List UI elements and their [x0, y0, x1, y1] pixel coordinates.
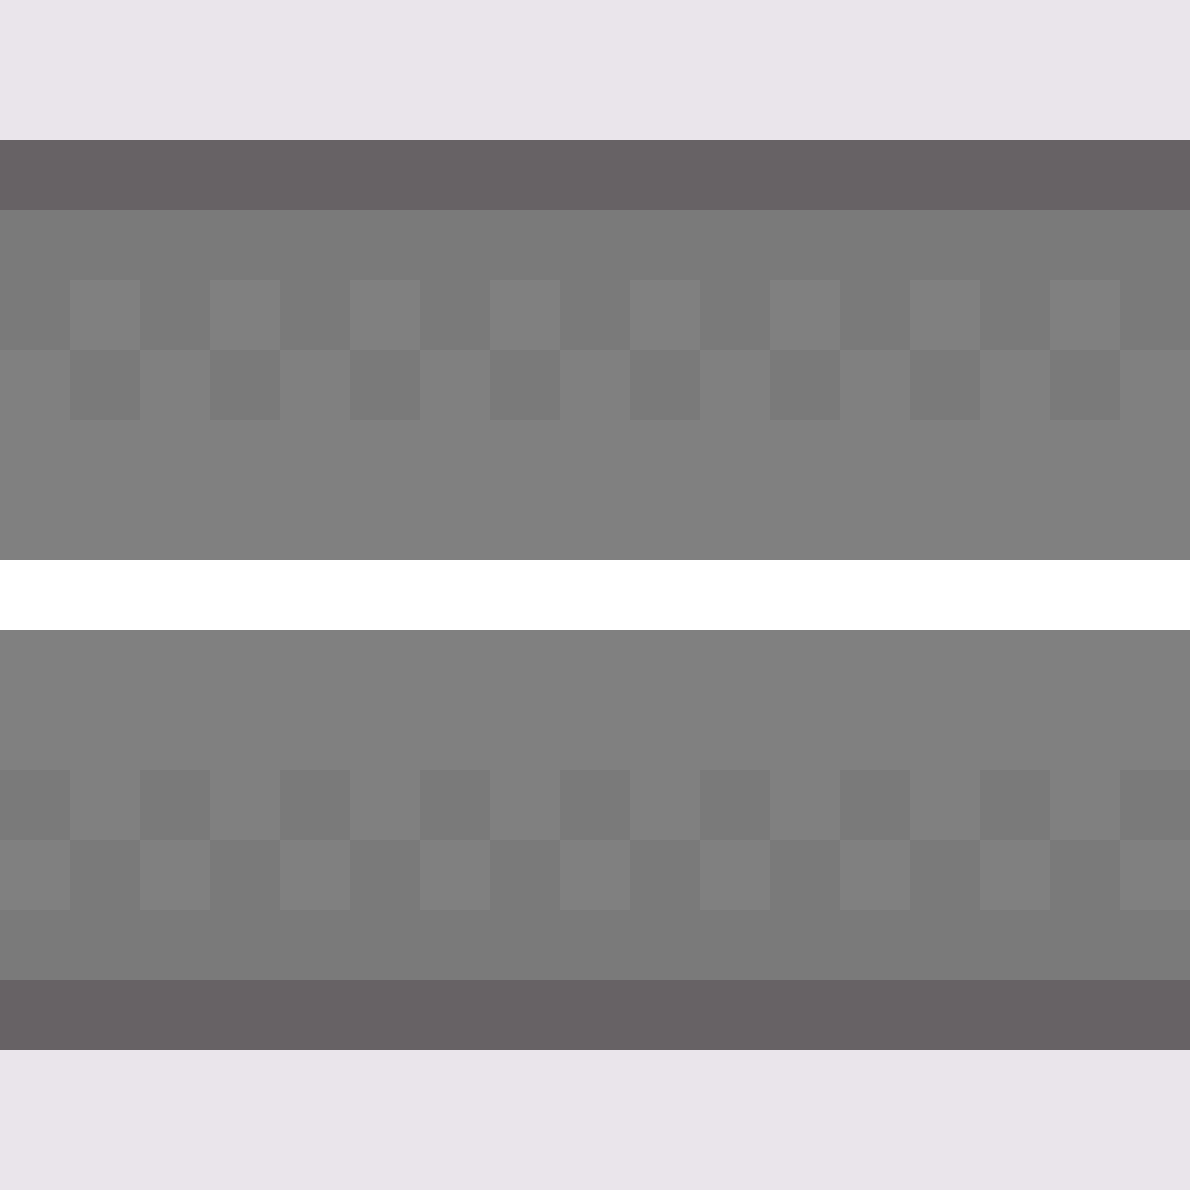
lower-checker-tile	[1120, 840, 1190, 910]
upper-checker-tile	[70, 350, 140, 420]
lower-checker-tile	[210, 840, 280, 910]
lower-road-bottom-strip	[0, 910, 1190, 980]
upper-checker-pattern	[0, 280, 1190, 420]
lower-checker-tile	[840, 840, 910, 910]
lower-checker-tile	[980, 840, 1050, 910]
lower-checker-tile	[980, 770, 1050, 840]
lower-checker-tile	[770, 770, 840, 840]
upper-checker-tile	[0, 350, 70, 420]
lower-checker-tile	[910, 840, 980, 910]
lower-checker-tile	[70, 840, 140, 910]
lower-checker-tile	[560, 840, 630, 910]
upper-road	[0, 210, 1190, 560]
upper-checker-tile	[1120, 280, 1190, 350]
upper-checker-tile	[350, 350, 420, 420]
upper-checker-tile	[560, 350, 630, 420]
upper-checker-tile	[700, 350, 770, 420]
upper-checker-tile	[700, 280, 770, 350]
lower-checker-tile	[1050, 840, 1120, 910]
top-background	[0, 0, 1190, 140]
upper-checker-tile	[980, 350, 1050, 420]
upper-checker-tile	[280, 350, 350, 420]
upper-checker-tile	[490, 350, 560, 420]
lower-checker-tile	[840, 770, 910, 840]
lower-road	[0, 630, 1190, 980]
lower-checker-tile	[490, 770, 560, 840]
lower-checker-tile	[140, 770, 210, 840]
upper-checker-tile	[560, 280, 630, 350]
lower-checker-tile	[0, 770, 70, 840]
lower-checker-tile	[700, 770, 770, 840]
lower-checker-tile	[350, 840, 420, 910]
lower-curb	[0, 980, 1190, 1050]
lower-checker-tile	[140, 840, 210, 910]
lower-checker-tile	[910, 770, 980, 840]
lower-checker-tile	[700, 840, 770, 910]
upper-checker-tile	[210, 350, 280, 420]
lower-checker-tile	[280, 770, 350, 840]
upper-checker-tile	[420, 280, 490, 350]
game-scene	[0, 0, 1190, 1190]
upper-checker-tile	[280, 280, 350, 350]
lower-checker-tile	[70, 770, 140, 840]
lower-checker-tile	[420, 770, 490, 840]
upper-checker-tile	[1050, 350, 1120, 420]
upper-checker-tile	[840, 350, 910, 420]
upper-checker-tile	[140, 280, 210, 350]
lower-checker-pattern	[0, 770, 1190, 910]
median-strip	[0, 560, 1190, 630]
lower-checker-tile	[0, 840, 70, 910]
lower-checker-tile	[630, 770, 700, 840]
lower-checker-tile	[210, 770, 280, 840]
upper-checker-tile	[630, 350, 700, 420]
upper-checker-tile	[140, 350, 210, 420]
lower-checker-tile	[1120, 770, 1190, 840]
upper-curb	[0, 140, 1190, 210]
upper-checker-tile	[630, 280, 700, 350]
upper-checker-tile	[840, 280, 910, 350]
upper-checker-tile	[770, 280, 840, 350]
lower-checker-tile	[770, 840, 840, 910]
lower-checker-tile	[350, 770, 420, 840]
upper-road-top-strip	[0, 210, 1190, 280]
bottom-background	[0, 1050, 1190, 1190]
upper-checker-tile	[1050, 280, 1120, 350]
upper-checker-tile	[770, 350, 840, 420]
upper-checker-tile	[980, 280, 1050, 350]
lower-checker-tile	[420, 840, 490, 910]
lower-checker-tile	[560, 770, 630, 840]
lower-checker-tile	[490, 840, 560, 910]
lower-checker-tile	[630, 840, 700, 910]
upper-checker-tile	[350, 280, 420, 350]
upper-checker-tile	[420, 350, 490, 420]
upper-checker-tile	[490, 280, 560, 350]
upper-checker-tile	[910, 350, 980, 420]
lower-checker-tile	[280, 840, 350, 910]
upper-checker-tile	[1120, 350, 1190, 420]
upper-checker-tile	[0, 280, 70, 350]
lower-checker-tile	[1050, 770, 1120, 840]
upper-checker-tile	[70, 280, 140, 350]
upper-checker-tile	[910, 280, 980, 350]
upper-checker-tile	[210, 280, 280, 350]
